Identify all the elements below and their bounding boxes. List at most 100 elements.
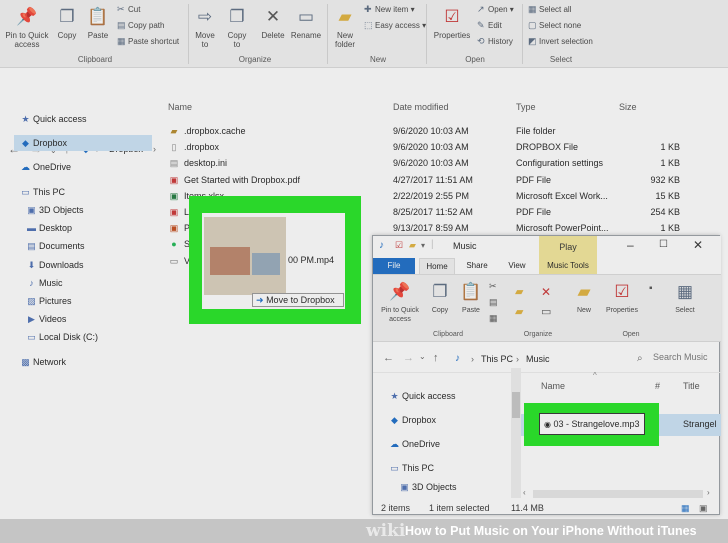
- up-arrow-icon[interactable]: ↑: [433, 352, 439, 364]
- tab-home[interactable]: Home: [419, 258, 455, 274]
- column-header-name[interactable]: Name: [541, 381, 565, 391]
- scroll-left-icon[interactable]: ‹: [523, 488, 526, 497]
- table-row[interactable]: ▤ desktop.ini 9/6/2020 10:03 AM Configurati…: [168, 155, 688, 171]
- cut-button[interactable]: ✂ Cut: [117, 4, 140, 15]
- invert-selection-button[interactable]: ◩ Invert selection: [528, 36, 593, 47]
- sidebar-item-onedrive[interactable]: ☁ OneDrive: [18, 159, 71, 175]
- sidebar-item-downloads[interactable]: ⬇ Downloads: [24, 257, 84, 273]
- details-view-icon[interactable]: ▦: [681, 500, 690, 516]
- copy-path-icon[interactable]: ▤: [489, 297, 498, 308]
- nav-this-pc[interactable]: ▭ This PC: [387, 461, 434, 475]
- table-row[interactable]: ▯ .dropbox 9/6/2020 10:03 AM DROPBOX File 1 …: [168, 139, 688, 155]
- scissors-icon[interactable]: ✂: [489, 281, 497, 292]
- sidebar-item-this-pc[interactable]: ▭ This PC: [18, 184, 65, 200]
- column-header-title[interactable]: Title: [683, 381, 700, 391]
- properties-icon[interactable]: ☑: [395, 240, 403, 251]
- sidebar-item-3d-objects[interactable]: ▣ 3D Objects: [24, 202, 83, 218]
- sidebar-item-pictures[interactable]: ▨ Pictures: [24, 293, 71, 309]
- minimize-icon[interactable]: –: [627, 238, 634, 252]
- scroll-right-icon[interactable]: ›: [707, 488, 710, 497]
- pin-quick-access-button[interactable]: 📌 Pin to Quick access: [4, 6, 50, 49]
- pin-icon: 📌: [389, 282, 411, 301]
- drag-preview: 00 PM.mp4 ➜ Move to Dropbox: [202, 213, 345, 309]
- new-folder-button[interactable]: ▰ New folder: [330, 6, 360, 49]
- table-row[interactable]: ▰ .dropbox.cache 9/6/2020 10:03 AM File fol…: [168, 123, 688, 139]
- sidebar-item-documents[interactable]: ▤ Documents: [24, 238, 84, 254]
- column-header-type[interactable]: Type: [516, 102, 536, 112]
- edit-icon: ✎: [477, 20, 485, 30]
- play-tab-header[interactable]: Play: [539, 236, 597, 258]
- tab-share[interactable]: Share: [459, 258, 495, 274]
- forward-arrow-icon[interactable]: →: [403, 352, 414, 364]
- breadcrumb-music[interactable]: Music: [526, 354, 550, 364]
- nav-quick-access[interactable]: ★ Quick access: [387, 389, 455, 403]
- delete-button[interactable]: ✕ Delete: [258, 6, 288, 40]
- move-tooltip-label: Move to Dropbox: [266, 295, 335, 305]
- large-icons-view-icon[interactable]: ▣: [699, 500, 708, 516]
- copy-button[interactable]: ❐ Copy: [54, 6, 80, 40]
- nav-onedrive[interactable]: ☁ OneDrive: [387, 437, 440, 451]
- column-header-number[interactable]: #: [655, 381, 660, 391]
- star-icon: ★: [390, 391, 399, 401]
- select-button[interactable]: ▦ Select: [671, 281, 699, 315]
- nav-dropbox[interactable]: ◆ Dropbox: [387, 413, 436, 427]
- paste-button[interactable]: 📋 Paste: [457, 281, 485, 315]
- search-icon: ⌕: [637, 353, 643, 364]
- sidebar-label: Network: [33, 357, 67, 367]
- column-header-date[interactable]: Date modified: [393, 102, 449, 112]
- sidebar-item-quick-access[interactable]: ★ Quick access: [18, 111, 86, 127]
- computer-icon: ▭: [390, 463, 399, 473]
- new-item-button[interactable]: ✚ New item ▾: [364, 4, 415, 15]
- column-header-name[interactable]: Name: [168, 102, 192, 112]
- chevron-down-icon[interactable]: ▾: [421, 241, 425, 250]
- sidebar-item-local-disk[interactable]: ▭ Local Disk (C:): [24, 329, 98, 345]
- copy-to-button[interactable]: ❐ Copy to: [224, 6, 250, 49]
- column-header-size[interactable]: Size: [619, 102, 637, 112]
- tab-file[interactable]: File: [373, 258, 415, 274]
- scrollbar[interactable]: [511, 368, 521, 498]
- copy-path-button[interactable]: ▤ Copy path: [117, 20, 164, 31]
- tab-music-tools[interactable]: Music Tools: [539, 258, 597, 274]
- search-input[interactable]: Search Music: [653, 347, 721, 367]
- sidebar-item-music[interactable]: ♪ Music: [24, 275, 62, 291]
- open-button[interactable]: ↗ Open ▾: [477, 4, 514, 15]
- maximize-icon[interactable]: ☐: [659, 239, 668, 250]
- back-arrow-icon[interactable]: ←: [383, 352, 394, 364]
- new-button[interactable]: ▰ New: [573, 281, 595, 315]
- move-to-icon[interactable]: ▰: [515, 285, 523, 298]
- pin-quick-access-button[interactable]: 📌 Pin to Quick access: [377, 281, 423, 324]
- paste-shortcut-button[interactable]: ▦ Paste shortcut: [117, 36, 179, 47]
- breadcrumb-this-pc[interactable]: This PC: [481, 354, 513, 364]
- edit-button[interactable]: ✎ Edit: [477, 20, 502, 31]
- easy-access-button[interactable]: ⬚ Easy access ▾: [364, 20, 426, 31]
- nav-3d-objects[interactable]: ▣ 3D Objects: [397, 480, 456, 494]
- sidebar-item-network[interactable]: ▩ Network: [18, 354, 66, 370]
- folder-icon[interactable]: ▰: [409, 240, 416, 251]
- properties-button[interactable]: ☑ Properties: [432, 6, 472, 40]
- sidebar-item-desktop[interactable]: ▬ Desktop: [24, 220, 72, 236]
- select-none-button[interactable]: ▢ Select none: [528, 20, 581, 31]
- delete-icon[interactable]: ✕: [541, 285, 551, 299]
- move-to-button[interactable]: ⇨ Move to: [192, 6, 218, 49]
- open-icon[interactable]: ▪: [649, 283, 653, 294]
- horizontal-scrollbar[interactable]: [533, 490, 703, 498]
- rename-button[interactable]: ▭ Rename: [289, 6, 323, 40]
- paste-button[interactable]: 📋 Paste: [84, 6, 112, 40]
- sidebar-item-videos[interactable]: ▶ Videos: [24, 311, 66, 327]
- file-title-cell: Strangel: [683, 419, 717, 429]
- title-banner: wiki How to Put Music on Your iPhone Wit…: [0, 519, 728, 543]
- tab-view[interactable]: View: [499, 258, 535, 274]
- history-button[interactable]: ⟲ History: [477, 36, 513, 47]
- table-row[interactable]: ▣ Get Started with Dropbox.pdf 4/27/2017 1…: [168, 172, 688, 188]
- rename-icon[interactable]: ▭: [541, 305, 551, 318]
- scrollbar-thumb[interactable]: [512, 392, 520, 418]
- select-all-button[interactable]: ▦ Select all: [528, 4, 571, 15]
- paste-shortcut-icon[interactable]: ▦: [489, 313, 498, 324]
- chevron-down-icon[interactable]: ⌄: [419, 352, 426, 361]
- sidebar-item-dropbox[interactable]: ◆ Dropbox: [14, 135, 152, 151]
- copy-to-icon[interactable]: ▰: [515, 305, 523, 318]
- properties-button[interactable]: ☑ Properties: [599, 281, 645, 315]
- copy-button[interactable]: ❐ Copy: [427, 281, 453, 315]
- selected-music-file[interactable]: ◉ 03 - Strangelove.mp3: [539, 413, 645, 435]
- close-icon[interactable]: ✕: [693, 238, 703, 252]
